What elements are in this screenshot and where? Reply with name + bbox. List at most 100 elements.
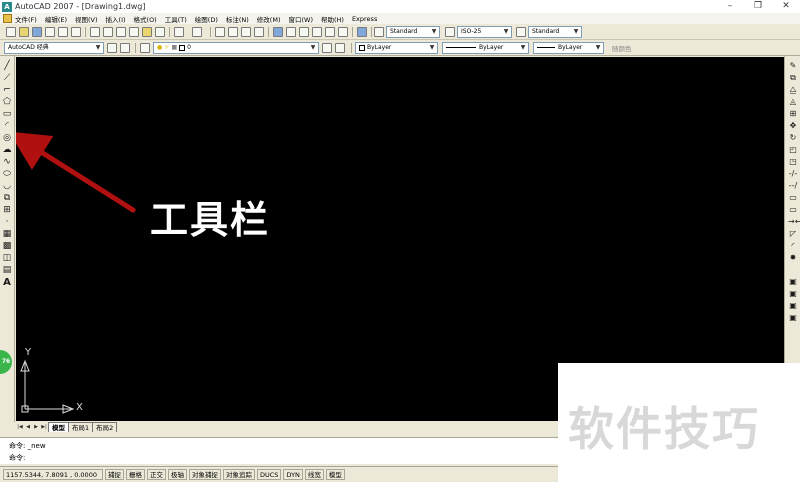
tab-layout1[interactable]: 布局1 [68, 422, 94, 432]
menu-tools[interactable]: 工具(T) [165, 14, 187, 24]
erase-icon[interactable]: ✎ [788, 61, 798, 71]
layer-manager-icon[interactable] [140, 43, 150, 53]
linetype-select[interactable]: ByLayer ▼ [442, 42, 529, 54]
text-style-icon[interactable] [374, 27, 384, 37]
draw-order-front-icon[interactable]: ▣ [788, 277, 798, 287]
zoom-realtime-icon[interactable] [228, 27, 238, 37]
command-prompt[interactable]: 命令: [9, 453, 25, 463]
menu-format[interactable]: 格式(O) [134, 14, 157, 24]
layer-previous-icon[interactable] [335, 43, 345, 53]
paste-icon[interactable] [116, 27, 126, 37]
trim-icon[interactable]: -/- [788, 169, 798, 179]
pan-icon[interactable] [215, 27, 225, 37]
point-icon[interactable]: · [2, 217, 12, 227]
autocad-app-icon[interactable]: A [2, 1, 12, 12]
tab-last-button[interactable]: ▶| [40, 423, 48, 432]
workspace-select[interactable]: AutoCAD 经典 ▼ [4, 42, 104, 54]
bring-above-icon[interactable]: ▣ [788, 301, 798, 311]
model-toggle[interactable]: 模型 [325, 469, 345, 480]
menu-help[interactable]: 帮助(H) [321, 14, 344, 24]
stretch-icon[interactable]: ◳ [788, 157, 798, 167]
fillet-icon[interactable]: ◜ [788, 241, 798, 251]
scale-icon[interactable]: ◰ [788, 145, 798, 155]
copy-object-icon[interactable]: ⧉ [788, 73, 798, 83]
spline-icon[interactable]: ∿ [2, 157, 12, 167]
menu-edit[interactable]: 编辑(E) [45, 14, 67, 24]
hatch-icon[interactable]: ▦ [2, 229, 12, 239]
polar-toggle[interactable]: 极轴 [168, 469, 187, 480]
menu-express[interactable]: Express [352, 15, 377, 23]
draw-order-back-icon[interactable]: ▣ [788, 289, 798, 299]
rotate-icon[interactable]: ↻ [788, 133, 798, 143]
arc-icon[interactable]: ◜ [2, 121, 12, 131]
region-icon[interactable]: ◫ [2, 253, 12, 263]
snap-toggle[interactable]: 捕捉 [105, 469, 124, 480]
menu-modify[interactable]: 修改(M) [257, 14, 281, 24]
array-icon[interactable]: ⊞ [788, 109, 798, 119]
print-preview-icon[interactable] [58, 27, 68, 37]
ellipse-icon[interactable]: ⬭ [2, 169, 12, 179]
workspace-save-icon[interactable] [120, 43, 130, 53]
break-at-point-icon[interactable]: ▭ [788, 193, 798, 203]
dimension-style-icon[interactable] [445, 27, 455, 37]
gradient-icon[interactable]: ▩ [2, 241, 12, 251]
chamfer-icon[interactable]: ◸ [788, 229, 798, 239]
send-under-icon[interactable]: ▣ [788, 313, 798, 323]
mirror-icon[interactable]: ⧋ [788, 85, 798, 95]
zoom-previous-icon[interactable] [254, 27, 264, 37]
menu-draw[interactable]: 绘图(D) [195, 14, 218, 24]
table-icon[interactable]: ▤ [2, 265, 12, 275]
construction-line-icon[interactable]: ⟋ [2, 73, 12, 83]
dimension-style-select[interactable]: ISO-25 ▼ [457, 26, 512, 38]
block-editor-icon[interactable] [142, 27, 152, 37]
dyn-toggle[interactable]: DYN [283, 469, 303, 480]
extend-icon[interactable]: --/ [788, 181, 798, 191]
brush-icon[interactable] [155, 27, 165, 37]
move-icon[interactable]: ✥ [788, 121, 798, 131]
open-icon[interactable] [19, 27, 29, 37]
grid-toggle[interactable]: 栅格 [126, 469, 145, 480]
circle-icon[interactable]: ◎ [2, 133, 12, 143]
menu-dimension[interactable]: 标注(N) [226, 14, 249, 24]
lineweight-toggle[interactable]: 线宽 [304, 469, 324, 480]
table-style-icon[interactable] [516, 27, 526, 37]
menu-window[interactable]: 窗口(W) [288, 14, 313, 24]
calculator-icon[interactable] [338, 27, 348, 37]
help-icon[interactable] [357, 27, 367, 37]
join-icon[interactable]: →← [788, 217, 800, 227]
ducs-toggle[interactable]: DUCS [257, 469, 282, 480]
maximize-button[interactable]: ❐ [744, 0, 772, 13]
tool-palettes-icon[interactable] [299, 27, 309, 37]
polyline-icon[interactable]: ⌐ [2, 85, 12, 95]
table-style-select[interactable]: Standard ▼ [528, 26, 582, 38]
print-icon[interactable] [45, 27, 55, 37]
rectangle-icon[interactable]: ▭ [2, 109, 12, 119]
cut-icon[interactable] [90, 27, 100, 37]
make-current-layer-icon[interactable] [322, 43, 332, 53]
markup-icon[interactable] [325, 27, 335, 37]
menu-file[interactable]: 文件(F) [15, 14, 37, 24]
redo-icon[interactable] [192, 27, 202, 37]
save-icon[interactable] [32, 27, 42, 37]
workspace-settings-icon[interactable] [107, 43, 117, 53]
explode-icon[interactable]: ✸ [788, 253, 798, 263]
offset-icon[interactable]: ◬ [788, 97, 798, 107]
revision-cloud-icon[interactable]: ☁ [2, 145, 12, 155]
zoom-window-icon[interactable] [241, 27, 251, 37]
new-icon[interactable] [6, 27, 16, 37]
sheet-set-icon[interactable] [312, 27, 322, 37]
polygon-icon[interactable]: ⬠ [2, 97, 12, 107]
undo-icon[interactable] [174, 27, 184, 37]
line-icon[interactable]: ╱ [2, 61, 12, 71]
ortho-toggle[interactable]: 正交 [147, 469, 166, 480]
tab-model[interactable]: 模型 [48, 422, 69, 432]
properties-icon[interactable] [273, 27, 283, 37]
multiline-text-icon[interactable]: A [2, 278, 12, 288]
close-button[interactable]: ✕ [772, 0, 800, 13]
color-select[interactable]: ByLayer ▼ [355, 42, 438, 54]
tab-prev-button[interactable]: ◀ [24, 423, 32, 432]
lineweight-select[interactable]: ByLayer ▼ [533, 42, 604, 54]
document-menu-icon[interactable] [3, 14, 12, 23]
copy-icon[interactable] [103, 27, 113, 37]
break-icon[interactable]: ▭ [788, 205, 798, 215]
